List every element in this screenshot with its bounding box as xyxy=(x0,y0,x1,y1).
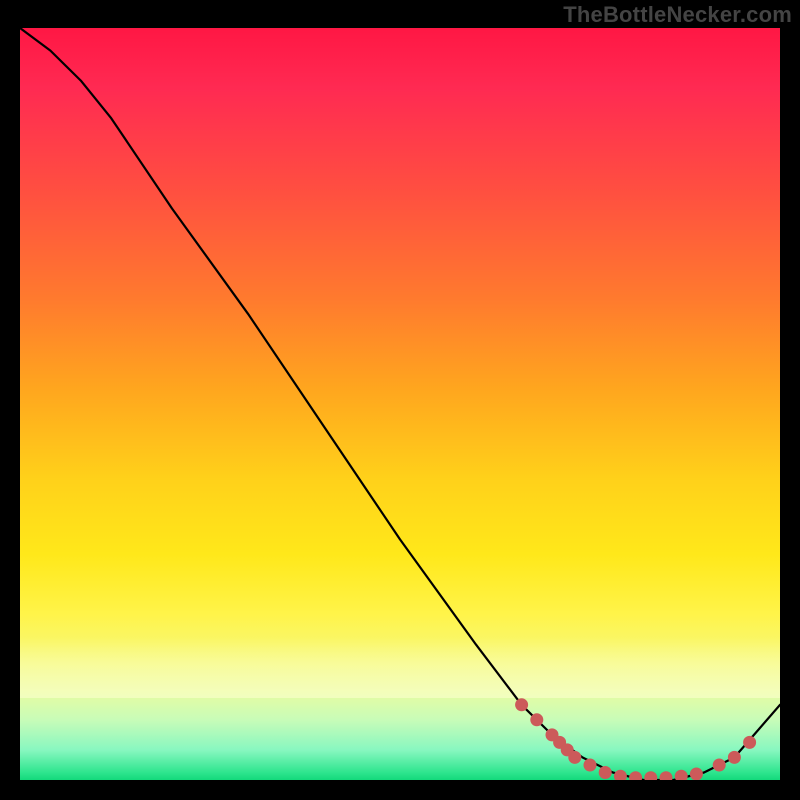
marker-dot xyxy=(568,751,581,764)
marker-dot xyxy=(553,736,566,749)
marker-dot xyxy=(584,759,597,772)
marker-dot xyxy=(713,759,726,772)
marker-dot xyxy=(629,771,642,780)
marker-dot xyxy=(728,751,741,764)
marker-dot xyxy=(546,728,559,741)
plot-area xyxy=(20,28,780,780)
marker-dot xyxy=(614,770,627,780)
marker-dot xyxy=(660,771,673,780)
marker-dot xyxy=(515,698,528,711)
marker-dot xyxy=(690,768,703,781)
marker-dot xyxy=(561,743,574,756)
pale-band xyxy=(20,638,780,698)
chart-frame: TheBottleNecker.com xyxy=(0,0,800,800)
watermark-text: TheBottleNecker.com xyxy=(563,2,792,28)
bottleneck-curve xyxy=(20,28,780,780)
marker-dot xyxy=(743,736,756,749)
marker-dot xyxy=(644,771,657,780)
marker-dot xyxy=(530,713,543,726)
marker-dot xyxy=(675,770,688,780)
marker-dot xyxy=(599,766,612,779)
